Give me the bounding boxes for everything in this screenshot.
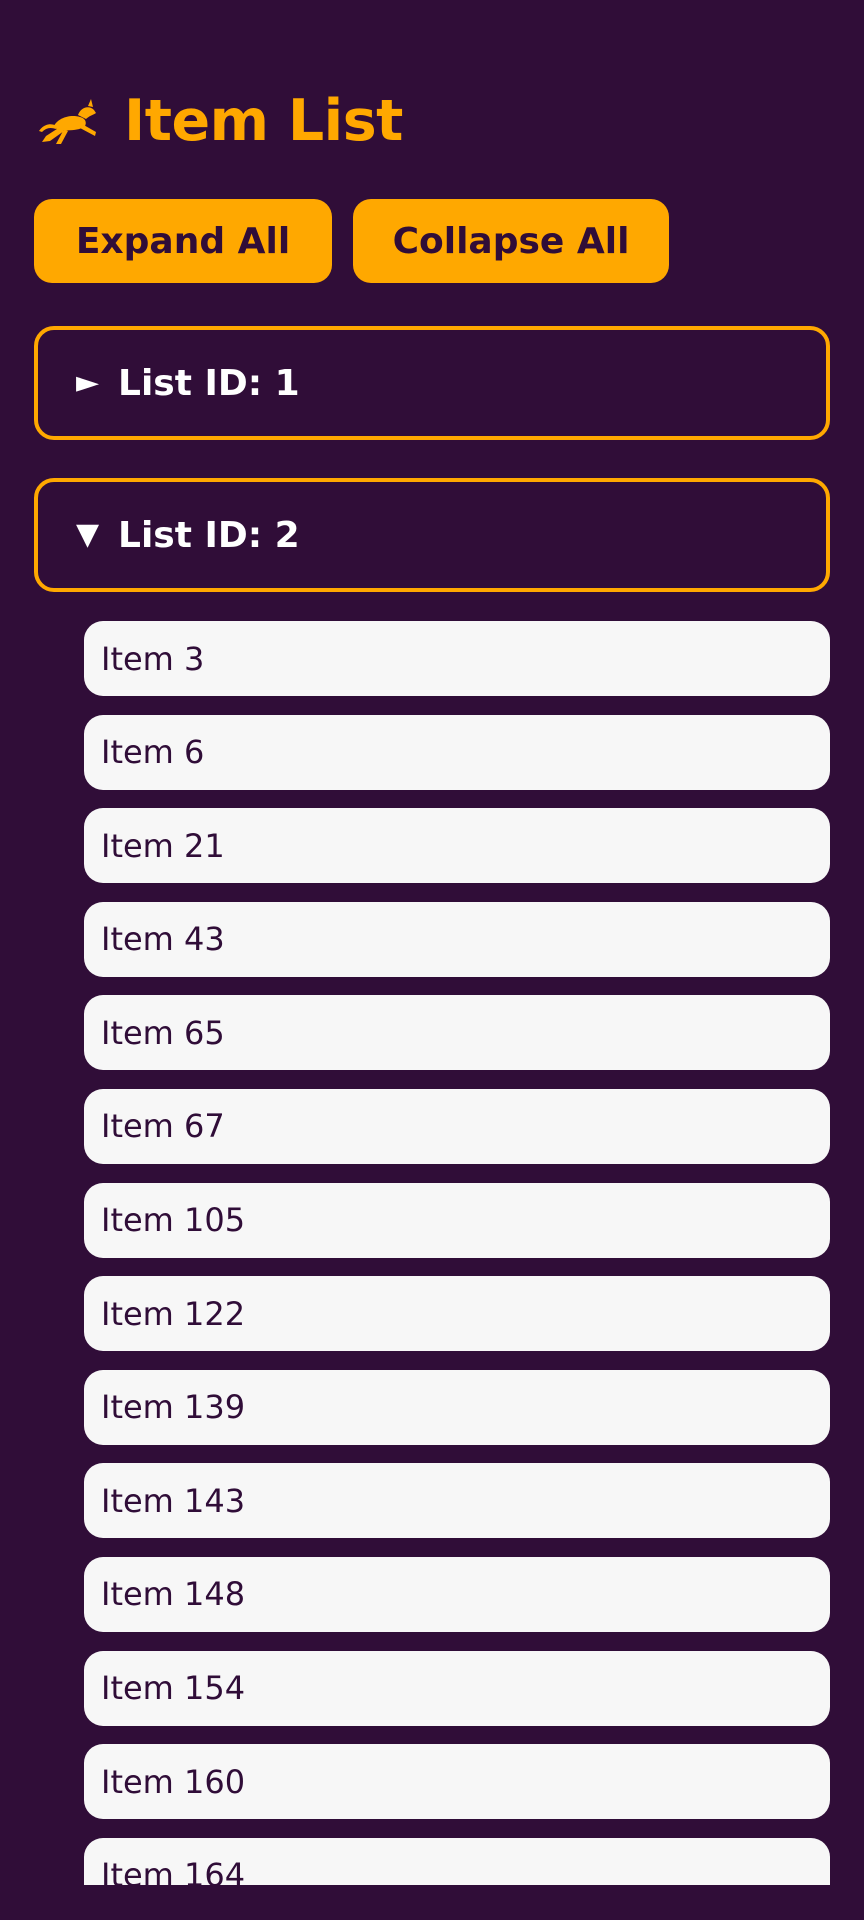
list-group-header-2[interactable]: ▼ List ID: 2 <box>34 478 830 592</box>
list-item[interactable]: Item 154 <box>84 1650 830 1726</box>
list-group-header-1[interactable]: ► List ID: 1 <box>34 326 830 440</box>
list-item[interactable]: Item 148 <box>84 1556 830 1632</box>
list-group-label: List ID: 1 <box>118 362 300 404</box>
page-header: Item List <box>38 86 403 156</box>
list-item[interactable]: Item 143 <box>84 1463 830 1539</box>
item-list: Item 3 Item 6 Item 21 Item 43 Item 65 It… <box>84 621 830 1885</box>
list-item[interactable]: Item 6 <box>84 714 830 790</box>
expanded-arrow-icon: ▼ <box>76 517 100 552</box>
collapse-all-button[interactable]: Collapse All <box>353 199 669 283</box>
leaping-animal-icon <box>39 99 96 144</box>
list-item[interactable]: Item 122 <box>84 1276 830 1352</box>
expand-all-button[interactable]: Expand All <box>34 199 332 283</box>
collapsed-arrow-icon: ► <box>76 365 100 400</box>
list-item[interactable]: Item 43 <box>84 901 830 977</box>
toolbar: Expand All Collapse All <box>34 199 669 283</box>
list-group-label: List ID: 2 <box>118 514 300 556</box>
list-item[interactable]: Item 139 <box>84 1369 830 1445</box>
page-title: Item List <box>124 88 403 154</box>
list-item[interactable]: Item 65 <box>84 995 830 1071</box>
list-item[interactable]: Item 160 <box>84 1744 830 1820</box>
list-item[interactable]: Item 105 <box>84 1182 830 1258</box>
list-item[interactable]: Item 164 <box>84 1837 830 1885</box>
list-item[interactable]: Item 3 <box>84 621 830 696</box>
list-item[interactable]: Item 67 <box>84 1088 830 1164</box>
list-item[interactable]: Item 21 <box>84 808 830 884</box>
